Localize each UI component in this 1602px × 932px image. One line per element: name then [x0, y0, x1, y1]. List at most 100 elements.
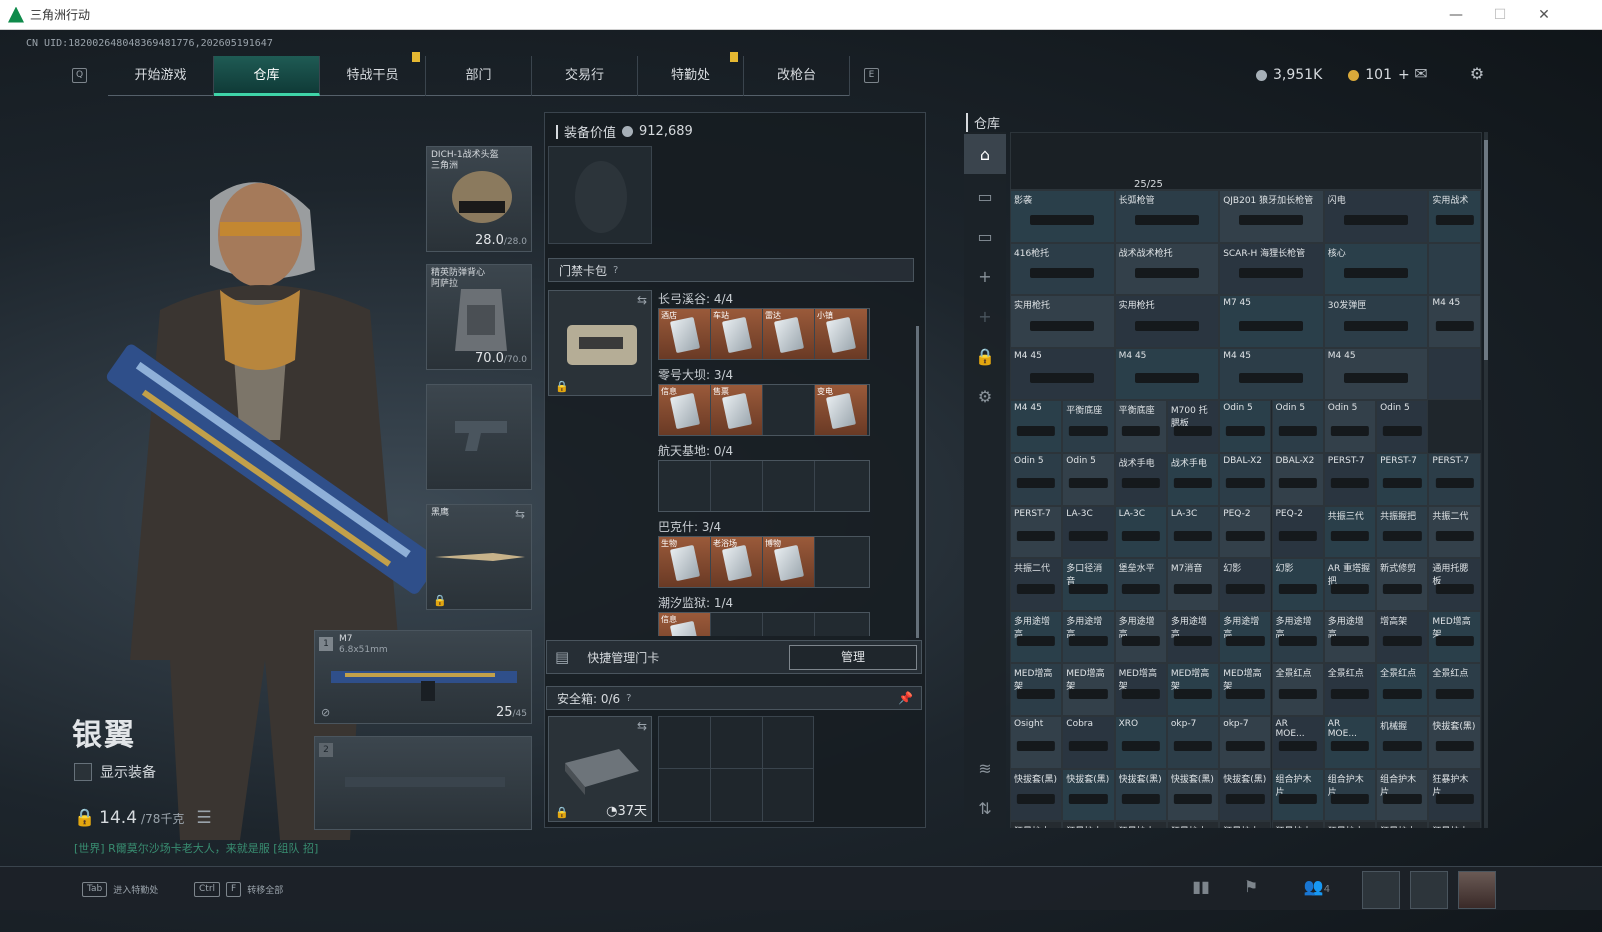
nav-left-key[interactable]: Q: [72, 68, 87, 83]
tab-operators[interactable]: 特战干员: [320, 56, 426, 96]
warehouse-item[interactable]: MED增高架: [1010, 663, 1063, 716]
warehouse-item[interactable]: DBAL-X2: [1219, 453, 1272, 506]
tab-department[interactable]: 部门: [426, 56, 532, 96]
warehouse-item[interactable]: 组合护木片: [1271, 768, 1324, 822]
warehouse-item[interactable]: 多用途增高: [1114, 610, 1167, 664]
warehouse-item[interactable]: LA-3C: [1062, 505, 1115, 559]
warehouse-item[interactable]: MED增高架: [1428, 610, 1481, 664]
warehouse-item[interactable]: MED增高架: [1166, 663, 1220, 716]
warehouse-item[interactable]: 影袭: [1010, 190, 1115, 243]
warehouse-item[interactable]: 共振握把: [1376, 505, 1429, 559]
warehouse-item[interactable]: 狂暴护木片: [1376, 821, 1429, 828]
warehouse-item[interactable]: Osight: [1010, 716, 1063, 769]
warehouse-item[interactable]: 长弧枪管: [1114, 190, 1220, 243]
nav-right-key[interactable]: E: [864, 68, 879, 83]
warehouse-item[interactable]: MED增高架: [1114, 663, 1167, 716]
player-avatar[interactable]: [1458, 871, 1496, 909]
help-icon[interactable]: ?: [613, 265, 618, 276]
warehouse-item[interactable]: 共振二代: [1010, 558, 1063, 611]
maximize-button[interactable]: ☐: [1478, 0, 1522, 30]
warehouse-item[interactable]: 快拔套(黑): [1010, 768, 1063, 822]
backpack-slot[interactable]: [548, 146, 652, 244]
warehouse-item[interactable]: 狂暴护木片: [1271, 821, 1324, 828]
add-tab-icon[interactable]: +: [964, 256, 1006, 296]
warehouse-item[interactable]: PEQ-2: [1219, 505, 1272, 559]
warehouse-item[interactable]: 全景红点: [1323, 663, 1377, 716]
safebox-slot[interactable]: ⇆ 🔒 ◔37天: [548, 716, 652, 822]
warehouse-item[interactable]: LA-3C: [1166, 505, 1220, 559]
warehouse-tab-icon[interactable]: ▭: [964, 216, 1006, 256]
warehouse-item[interactable]: Odin 5: [1010, 453, 1063, 506]
primary-weapon-slot-1[interactable]: 1 M7 6.8x51mm ⊘ 25/45: [314, 630, 532, 724]
warehouse-item[interactable]: okp-7: [1219, 716, 1272, 769]
tab-start-game[interactable]: 开始游戏: [108, 56, 214, 96]
warehouse-item[interactable]: 快拔套(黑): [1114, 768, 1167, 822]
manage-button[interactable]: 管理: [789, 645, 917, 670]
tab-gunsmith[interactable]: 改枪台: [744, 56, 850, 96]
warehouse-item[interactable]: 幻影: [1219, 558, 1272, 611]
help-icon[interactable]: ?: [626, 693, 631, 704]
keycard-item[interactable]: 车站: [711, 309, 763, 359]
warehouse-item[interactable]: XRO: [1114, 716, 1167, 769]
friends-icon[interactable]: 👥4: [1294, 877, 1340, 901]
warehouse-cell-top[interactable]: [1010, 132, 1482, 190]
keycard-empty[interactable]: [815, 537, 867, 587]
keycard-empty[interactable]: [659, 461, 711, 511]
warehouse-item[interactable]: AR MOE...: [1271, 716, 1324, 769]
minimize-button[interactable]: —: [1434, 0, 1478, 30]
warehouse-item[interactable]: 战术战术枪托: [1114, 242, 1220, 296]
primary-weapon-slot-2[interactable]: 2: [314, 736, 532, 830]
warehouse-item[interactable]: okp-7: [1166, 716, 1220, 769]
warehouse-scrollbar[interactable]: [1484, 132, 1488, 828]
swap-icon[interactable]: ⇆: [515, 507, 525, 521]
melee-slot[interactable]: 黑鹰 ⇆ 🔒: [426, 504, 532, 610]
warehouse-all-icon[interactable]: ⌂: [964, 134, 1006, 174]
keycard-empty[interactable]: [763, 613, 815, 636]
keycard-empty[interactable]: [711, 461, 763, 511]
warehouse-item[interactable]: 多用途增高: [1062, 610, 1115, 664]
warehouse-item[interactable]: Odin 5: [1271, 400, 1324, 453]
keycard-empty[interactable]: [815, 461, 867, 511]
warehouse-item[interactable]: 组合护木片: [1323, 768, 1377, 822]
warehouse-item[interactable]: 增高架: [1376, 610, 1429, 664]
warehouse-item[interactable]: 全景红点: [1428, 663, 1481, 716]
warehouse-item[interactable]: 组合护木片: [1376, 768, 1429, 822]
settings-gear-icon[interactable]: ⚙: [964, 376, 1006, 416]
enter-special-office-hint[interactable]: Tab 进入特勤处: [82, 881, 158, 897]
keycard-case-slot[interactable]: ⇆ 🔒: [548, 290, 652, 396]
keycard-item[interactable]: 售票: [711, 385, 763, 435]
team-slot-empty[interactable]: [1410, 871, 1448, 909]
warehouse-item[interactable]: 幻影: [1271, 558, 1324, 611]
keycard-item[interactable]: 信息: [659, 385, 711, 435]
warehouse-item[interactable]: PERST-7: [1010, 505, 1063, 559]
warehouse-item[interactable]: 狂暴护木片: [1428, 821, 1481, 828]
warehouse-item[interactable]: 狂暴护木片: [1114, 821, 1167, 828]
warehouse-item[interactable]: PERST-7: [1323, 453, 1377, 506]
keycard-item[interactable]: 变电: [815, 385, 867, 435]
warehouse-item[interactable]: 416枪托: [1010, 242, 1115, 296]
keycard-item[interactable]: 小镇: [815, 309, 867, 359]
keycard-item[interactable]: 雷达: [763, 309, 815, 359]
warehouse-item[interactable]: 实用战术: [1428, 190, 1481, 243]
warehouse-item[interactable]: M4 45: [1428, 295, 1481, 348]
warehouse-item[interactable]: Odin 5: [1376, 400, 1429, 453]
warehouse-item[interactable]: 多用途增高: [1166, 610, 1220, 664]
swap-icon[interactable]: ⇆: [637, 719, 647, 733]
warehouse-item[interactable]: 实用枪托: [1010, 295, 1115, 348]
warehouse-item[interactable]: 狂暴护木片: [1062, 821, 1115, 828]
warehouse-item[interactable]: SCAR-H 海狸长枪管: [1219, 242, 1324, 296]
warehouse-item[interactable]: 狂暴护木片: [1010, 821, 1063, 828]
keycard-empty[interactable]: [763, 385, 815, 435]
team-slot-empty[interactable]: [1362, 871, 1400, 909]
warehouse-item[interactable]: 核心: [1323, 242, 1429, 296]
tab-trade[interactable]: 交易行: [532, 56, 638, 96]
warehouse-item[interactable]: 多用途增高: [1010, 610, 1063, 664]
warehouse-tab-icon[interactable]: ▭: [964, 176, 1006, 216]
warehouse-item[interactable]: 多用途增高: [1219, 610, 1272, 664]
warehouse-item[interactable]: 机械握: [1376, 716, 1429, 769]
warehouse-item[interactable]: 实用枪托: [1114, 295, 1220, 348]
transfer-all-hint[interactable]: Ctrl F 转移全部: [194, 881, 283, 897]
warehouse-item[interactable]: 快拔套(黑): [1062, 768, 1115, 822]
warehouse-item[interactable]: MED增高架: [1219, 663, 1272, 716]
warehouse-item[interactable]: Cobra: [1062, 716, 1115, 769]
